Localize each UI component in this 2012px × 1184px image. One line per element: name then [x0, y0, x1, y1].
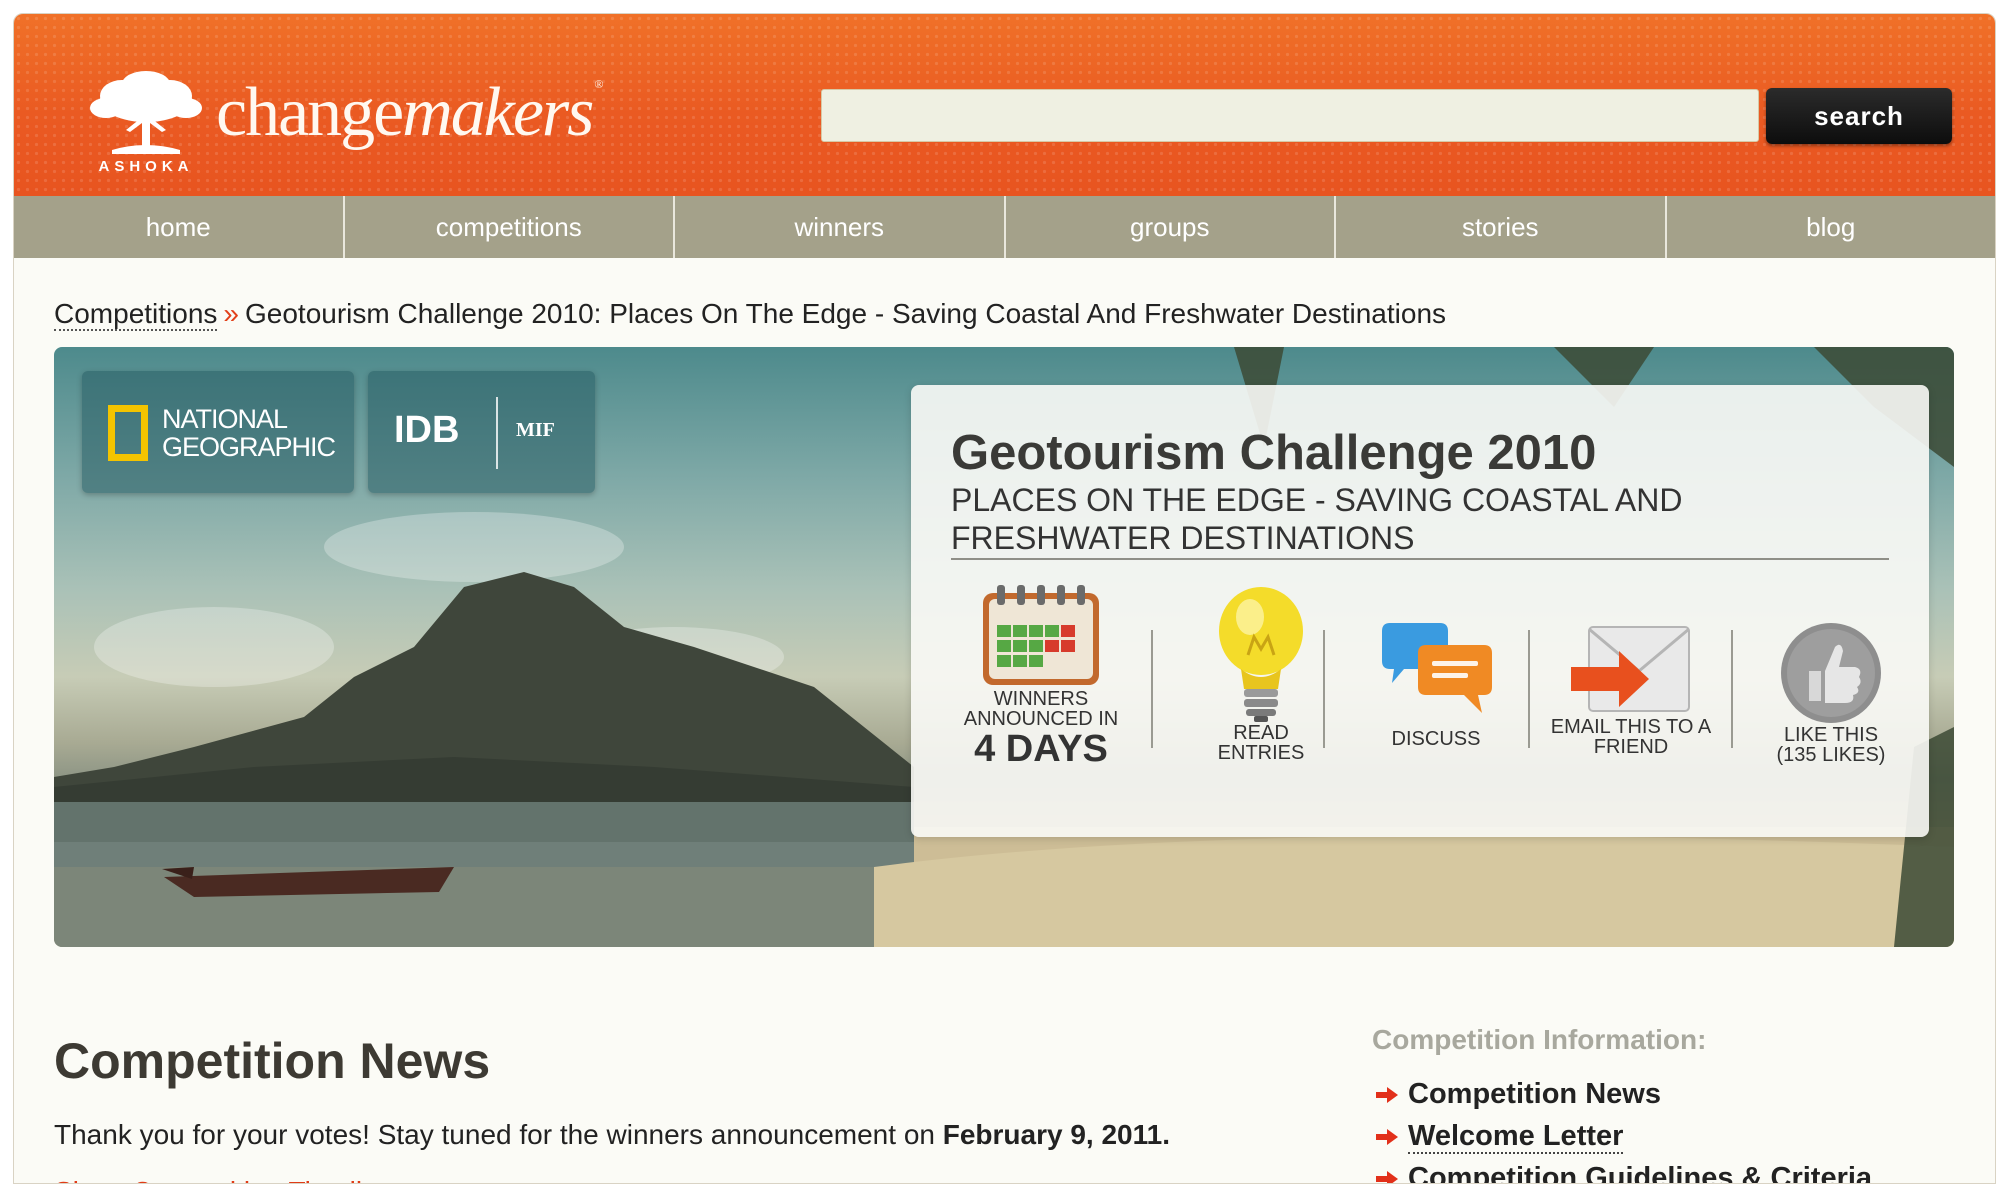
action-divider [1323, 630, 1325, 748]
read-entries-label-2: ENTRIES [1217, 742, 1305, 764]
arrow-right-icon [1376, 1087, 1398, 1104]
national-geographic-logo[interactable]: NATIONAL GEOGRAPHIC [82, 371, 354, 493]
sidebar-link-label: Competition News [1408, 1078, 1661, 1110]
ashoka-logo[interactable]: ASHOKA [82, 70, 210, 180]
thumbs-up-icon [1781, 623, 1881, 723]
nav-item-home[interactable]: home [14, 196, 343, 258]
sidebar-link-welcome-letter[interactable]: Welcome Letter [1376, 1120, 1624, 1154]
competition-news-heading: Competition News [54, 1033, 491, 1089]
yellow-frame-icon [108, 405, 148, 461]
ashoka-wordmark: ASHOKA [98, 158, 194, 175]
tree-icon [90, 71, 202, 154]
discuss-button[interactable]: DISCUSS [1351, 621, 1521, 749]
announcement-date: February 9, 2011. [942, 1119, 1171, 1150]
nav-item-winners[interactable]: winners [673, 196, 1004, 258]
breadcrumb-current: Geotourism Challenge 2010: Places On The… [244, 298, 1447, 329]
changemakers-wordmark[interactable]: changemakers ® [216, 77, 604, 148]
mif-wordmark: MIF [516, 419, 555, 441]
email-friend-button[interactable]: EMAIL THIS TO A FRIEND [1541, 621, 1721, 757]
action-divider [1151, 630, 1153, 748]
news-message: Thank you for your votes! Stay tuned for… [54, 1119, 1170, 1151]
winners-countdown: WINNERS ANNOUNCED IN 4 DAYS [961, 585, 1121, 769]
natgeo-line-1: NATIONAL [162, 404, 288, 434]
nav-item-competitions[interactable]: competitions [342, 196, 674, 258]
sidebar-link-guidelines[interactable]: Competition Guidelines & Criteria [1376, 1162, 1873, 1183]
divider [951, 558, 1889, 560]
like-label-1: LIKE THIS [1783, 724, 1879, 746]
read-entries-label-1: READ [1233, 722, 1289, 744]
winners-label-2: ANNOUNCED IN [963, 708, 1119, 730]
site-header: ASHOKA changemakers ® search [14, 14, 1995, 196]
email-label-2: FRIEND [1593, 736, 1669, 758]
idb-logo[interactable]: IDB MIF [368, 371, 595, 493]
email-label-1: EMAIL THIS TO A [1550, 716, 1712, 738]
calendar-icon [983, 585, 1099, 685]
main-nav: home competitions winners groups stories… [14, 196, 1995, 258]
competition-title: Geotourism Challenge 2010 [951, 426, 1597, 480]
brand-part-1: change [216, 74, 404, 151]
competition-subtitle: PLACES ON THE EDGE - SAVING COASTAL AND … [951, 482, 1683, 556]
discuss-label: DISCUSS [1391, 728, 1481, 750]
sidebar-link-label: Competition Guidelines & Criteria [1408, 1162, 1873, 1183]
chat-bubbles-icon [1382, 623, 1492, 713]
page-container: ASHOKA changemakers ® search home competi… [13, 13, 1996, 1184]
idb-wordmark: IDB [394, 409, 460, 451]
show-timeline-link[interactable]: Show Competition Timeline > [54, 1176, 417, 1183]
search-input[interactable] [821, 89, 1759, 142]
nav-item-groups[interactable]: groups [1003, 196, 1335, 258]
lightbulb-icon [1219, 587, 1303, 722]
arrow-right-icon [1376, 1171, 1398, 1183]
competition-info-heading: Competition Information: [1372, 1024, 1707, 1055]
action-divider [1528, 630, 1530, 748]
news-message-text: Thank you for your votes! Stay tuned for… [54, 1119, 943, 1150]
breadcrumb: Competitions» Geotourism Challenge 2010: … [54, 298, 1447, 331]
brand-part-2: makers [402, 74, 594, 151]
natgeo-wordmark: NATIONAL GEOGRAPHIC [162, 404, 336, 462]
sidebar-link-label: Welcome Letter [1408, 1120, 1624, 1154]
like-button[interactable]: LIKE THIS (135 LIKES) [1746, 621, 1916, 765]
breadcrumb-competitions-link[interactable]: Competitions [54, 298, 218, 331]
read-entries-button[interactable]: READ ENTRIES [1181, 585, 1341, 763]
sidebar-link-competition-news[interactable]: Competition News [1376, 1078, 1661, 1111]
search-button[interactable]: search [1766, 88, 1952, 144]
competition-info-card: Geotourism Challenge 2010 PLACES ON THE … [911, 385, 1929, 837]
winners-label-1: WINNERS [993, 688, 1089, 710]
nav-item-blog[interactable]: blog [1664, 196, 1996, 258]
nav-item-stories[interactable]: stories [1334, 196, 1665, 258]
sponsor-divider [496, 397, 498, 469]
registered-mark: ® [594, 77, 603, 91]
breadcrumb-separator: » [223, 298, 239, 329]
email-icon [1571, 626, 1690, 712]
action-divider [1731, 630, 1733, 748]
natgeo-line-2: GEOGRAPHIC [162, 432, 336, 462]
winners-days-count: 4 DAYS [974, 728, 1108, 770]
hero-banner: NATIONAL GEOGRAPHIC IDB MIF Geotourism C… [54, 347, 1954, 947]
arrow-right-icon [1376, 1129, 1398, 1146]
like-count: (135 LIKES) [1776, 744, 1886, 766]
